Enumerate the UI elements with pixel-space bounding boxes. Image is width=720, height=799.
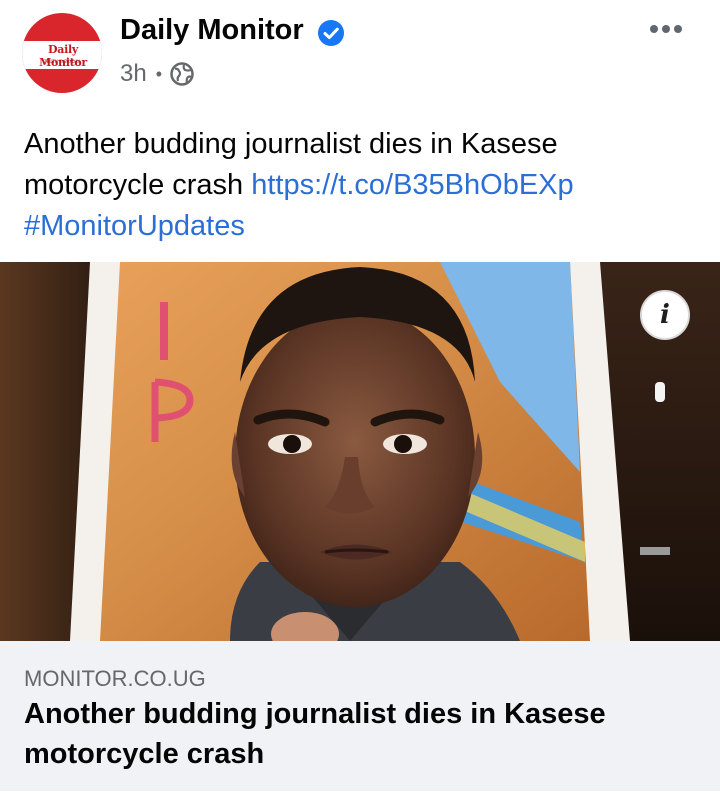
post-hashtag[interactable]: #MonitorUpdates bbox=[24, 210, 245, 242]
post-timestamp[interactable]: 3h bbox=[120, 60, 147, 88]
post-text: Another budding journalist dies in Kases… bbox=[24, 124, 704, 247]
link-title[interactable]: Another budding journalist dies in Kases… bbox=[24, 694, 704, 774]
post-meta: 3h • bbox=[120, 60, 194, 88]
link-preview-image[interactable]: i bbox=[0, 262, 720, 641]
avatar-logo-text: Daily Monitor bbox=[39, 43, 87, 69]
link-domain: MONITOR.CO.UG bbox=[24, 666, 206, 691]
globe-icon bbox=[170, 62, 194, 86]
more-dot bbox=[650, 25, 658, 33]
verified-badge-icon bbox=[318, 20, 344, 46]
page-avatar[interactable]: Daily Monitor TRUTH EVERYDAY bbox=[22, 13, 102, 93]
more-dot bbox=[662, 25, 670, 33]
more-dot bbox=[674, 25, 682, 33]
portrait-photo bbox=[0, 262, 720, 641]
more-options-button[interactable] bbox=[646, 18, 686, 40]
info-icon[interactable]: i bbox=[640, 290, 690, 340]
post-header: Daily Monitor TRUTH EVERYDAY Daily Monit… bbox=[0, 0, 720, 110]
page-name[interactable]: Daily Monitor bbox=[120, 14, 304, 47]
avatar-tagline: TRUTH EVERYDAY bbox=[44, 59, 80, 64]
post-link[interactable]: https://t.co/B35BhObEXp bbox=[251, 169, 573, 201]
meta-separator: • bbox=[155, 63, 163, 84]
